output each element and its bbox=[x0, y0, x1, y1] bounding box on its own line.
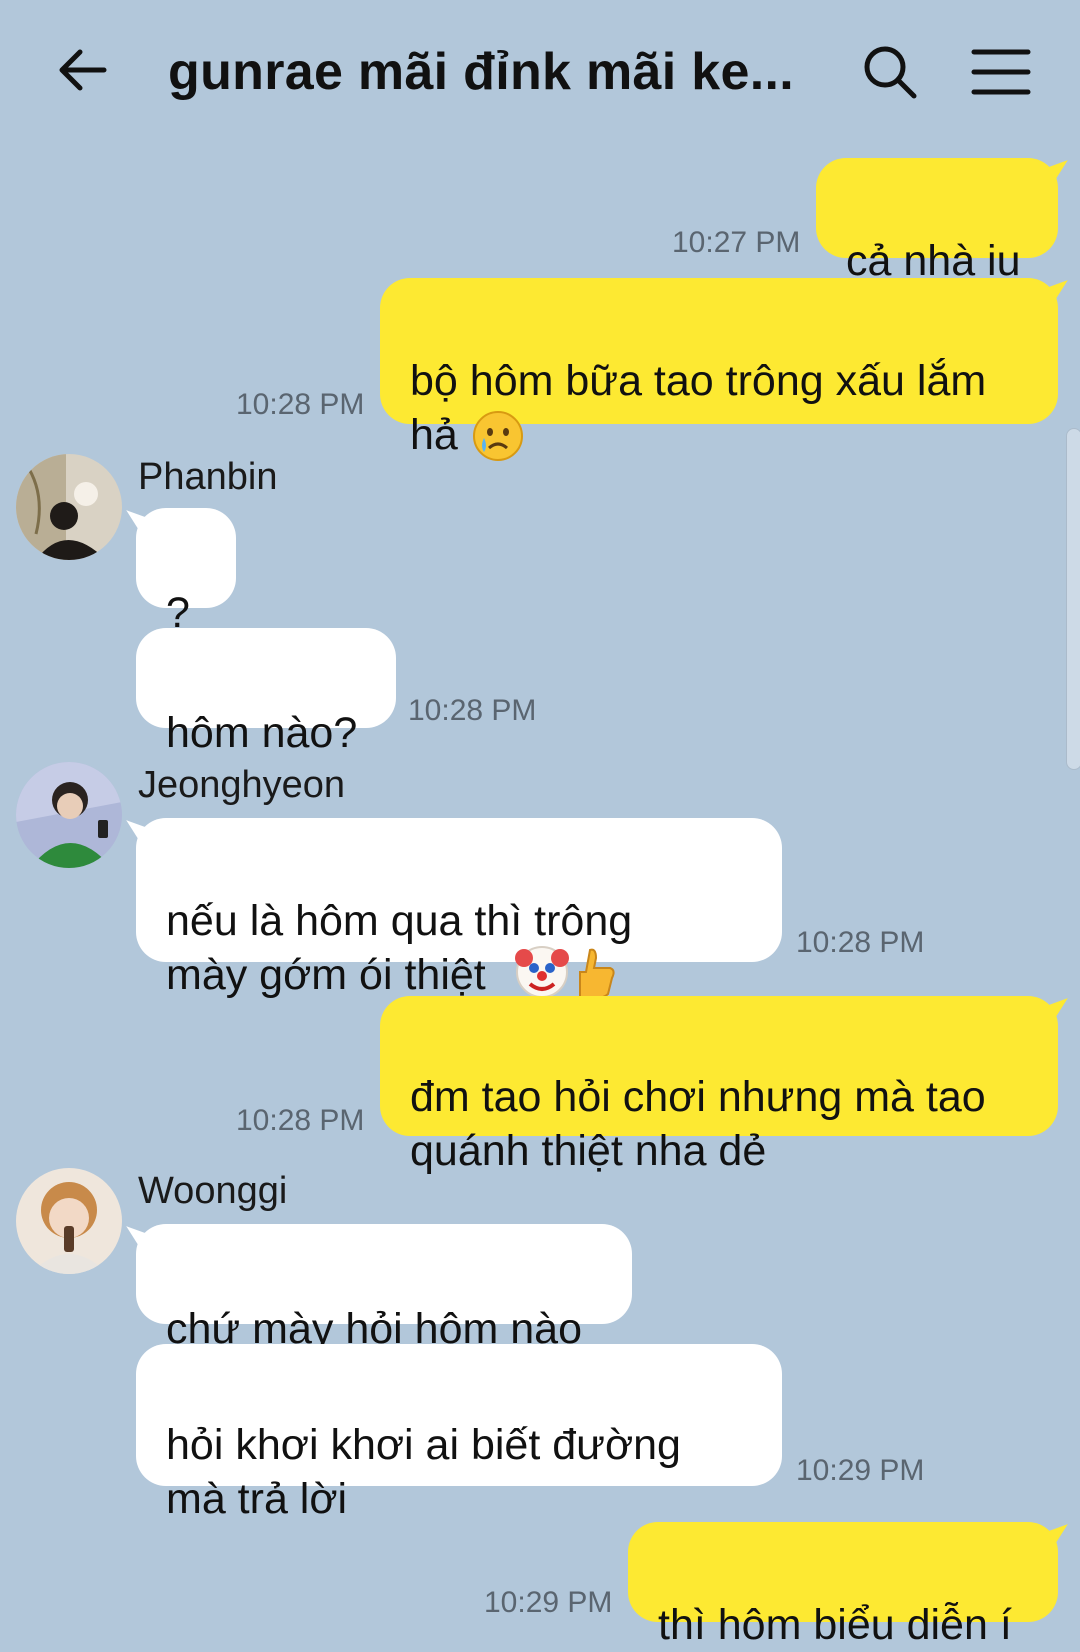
search-icon bbox=[864, 46, 917, 99]
my-message-bubble[interactable]: cả nhà iu bbox=[816, 158, 1058, 285]
sender-name: Woonggi bbox=[138, 1170, 288, 1212]
avatar-woonggi[interactable] bbox=[16, 1168, 122, 1274]
avatar-jeonghyeon[interactable] bbox=[16, 762, 122, 868]
message-text: hỏi khơi khơi ai biết đường mà trả lời bbox=[166, 1421, 681, 1523]
message-time: 10:29 PM bbox=[796, 1454, 925, 1487]
scrollbar[interactable] bbox=[1066, 428, 1080, 770]
menu-button[interactable] bbox=[970, 44, 1032, 100]
crying-face-icon bbox=[472, 356, 524, 475]
their-message-bubble[interactable]: hỏi khơi khơi ai biết đường mà trả lời bbox=[136, 1344, 782, 1523]
back-button[interactable] bbox=[52, 40, 112, 100]
their-message-bubble[interactable]: chứ mày hỏi hôm nào bbox=[136, 1224, 632, 1353]
chat-header: gunrae mãi đỉnk mãi ke... bbox=[0, 0, 1080, 150]
message-time: 10:29 PM bbox=[484, 1586, 613, 1619]
their-message-bubble[interactable]: ? bbox=[136, 508, 236, 637]
arrow-left-icon bbox=[59, 49, 107, 91]
sender-name: Jeonghyeon bbox=[138, 764, 346, 806]
message-time: 10:28 PM bbox=[236, 1104, 365, 1137]
my-message-bubble[interactable]: đm tao hỏi chơi nhưng mà tao quánh thiệt… bbox=[380, 996, 1058, 1175]
message-text: hôm nào? bbox=[166, 709, 358, 757]
hamburger-menu-icon bbox=[971, 49, 1031, 95]
their-message-bubble[interactable]: nếu là hôm qua thì trông mày gớm ói thiệ… bbox=[136, 818, 782, 999]
sender-name: Phanbin bbox=[138, 456, 278, 498]
message-time: 10:27 PM bbox=[672, 226, 801, 259]
message-text: thì hôm biểu diễn í bbox=[658, 1601, 1012, 1649]
avatar-phanbin[interactable] bbox=[16, 454, 122, 560]
their-message-bubble[interactable]: hôm nào? bbox=[136, 628, 396, 757]
search-button[interactable] bbox=[860, 42, 920, 102]
message-time: 10:28 PM bbox=[408, 694, 537, 727]
message-text: đm tao hỏi chơi nhưng mà tao quánh thiệt… bbox=[410, 1073, 986, 1175]
message-time: 10:28 PM bbox=[236, 388, 365, 421]
clown-face-thumbs-up-icon bbox=[514, 890, 618, 1013]
chat-title: gunrae mãi đỉnk mãi ke... bbox=[168, 43, 794, 101]
my-message-bubble[interactable]: thì hôm biểu diễn í bbox=[628, 1522, 1058, 1649]
message-time: 10:28 PM bbox=[796, 926, 925, 959]
my-message-bubble[interactable]: bộ hôm bữa tao trông xấu lắm hả bbox=[380, 278, 1058, 461]
